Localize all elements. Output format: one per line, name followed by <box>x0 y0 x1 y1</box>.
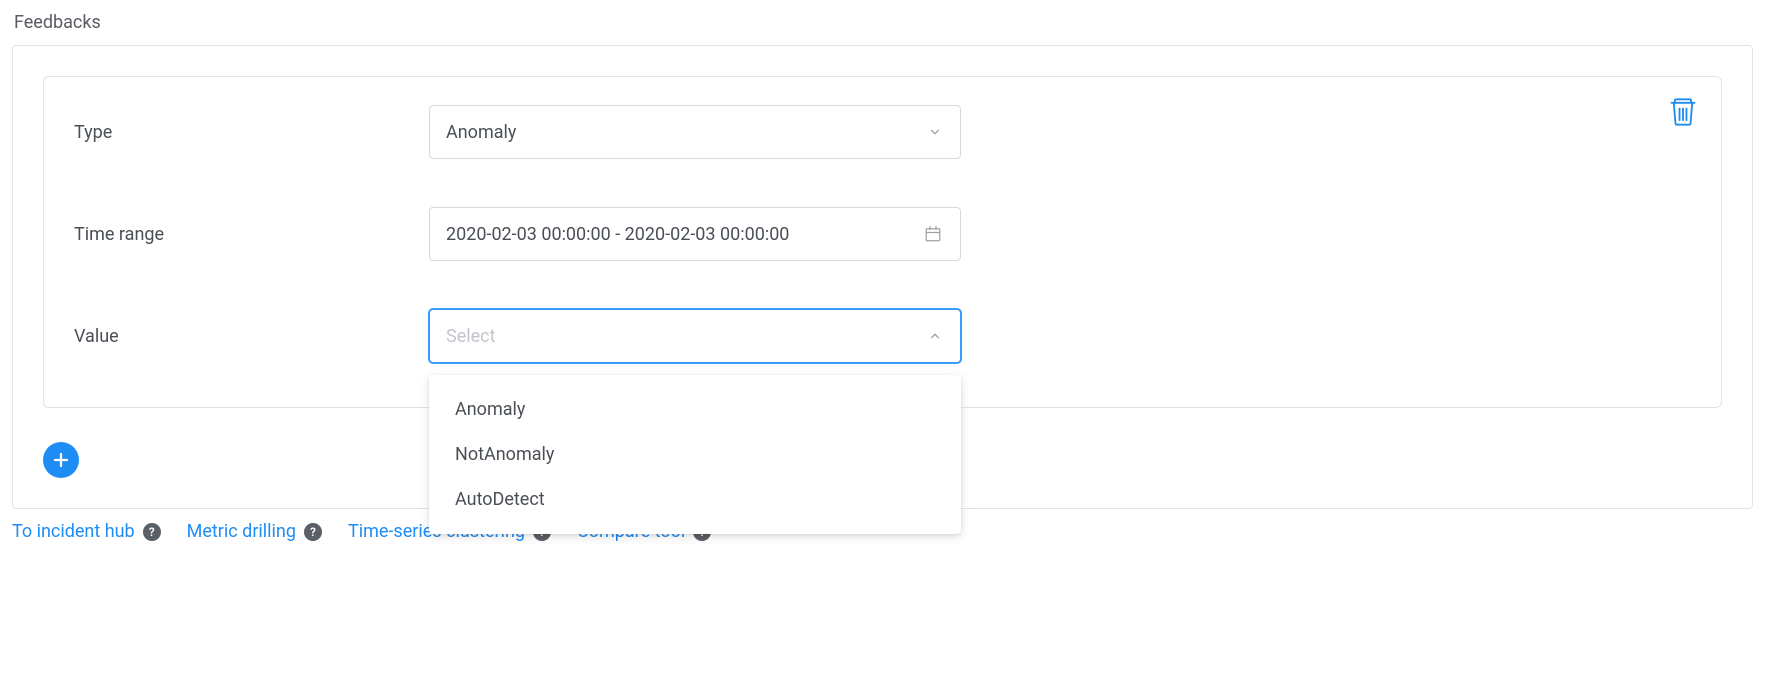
chevron-down-icon <box>928 125 942 139</box>
delete-button[interactable] <box>1669 97 1697 127</box>
value-select-placeholder: Select <box>446 326 495 347</box>
calendar-icon <box>924 225 942 243</box>
type-label: Type <box>74 122 429 143</box>
plus-icon <box>52 451 70 469</box>
value-label: Value <box>74 326 429 347</box>
help-icon[interactable]: ? <box>304 523 322 541</box>
type-select-value: Anomaly <box>446 122 516 143</box>
link-incident-hub[interactable]: To incident hub <box>12 521 135 542</box>
value-dropdown: Anomaly NotAnomaly AutoDetect <box>429 375 961 534</box>
section-title: Feedbacks <box>12 12 1753 33</box>
value-option-autodetect[interactable]: AutoDetect <box>429 477 961 522</box>
value-option-notanomaly[interactable]: NotAnomaly <box>429 432 961 477</box>
time-range-row: Time range 2020-02-03 00:00:00 - 2020-02… <box>74 207 1691 261</box>
time-range-input[interactable]: 2020-02-03 00:00:00 - 2020-02-03 00:00:0… <box>429 207 961 261</box>
value-row: Value Select Anomaly NotAnomaly AutoDete… <box>74 309 1691 363</box>
add-button[interactable] <box>43 442 79 478</box>
chevron-up-icon <box>928 329 942 343</box>
value-select[interactable]: Select <box>429 309 961 363</box>
feedback-item: Type Anomaly Time range 2020-02-03 00:00… <box>43 76 1722 408</box>
type-select[interactable]: Anomaly <box>429 105 961 159</box>
help-icon[interactable]: ? <box>143 523 161 541</box>
link-metric-drilling[interactable]: Metric drilling <box>187 521 296 542</box>
value-option-anomaly[interactable]: Anomaly <box>429 387 961 432</box>
feedbacks-card: Type Anomaly Time range 2020-02-03 00:00… <box>12 45 1753 509</box>
time-range-label: Time range <box>74 224 429 245</box>
type-row: Type Anomaly <box>74 105 1691 159</box>
trash-icon <box>1669 97 1697 127</box>
time-range-value: 2020-02-03 00:00:00 - 2020-02-03 00:00:0… <box>446 224 789 245</box>
